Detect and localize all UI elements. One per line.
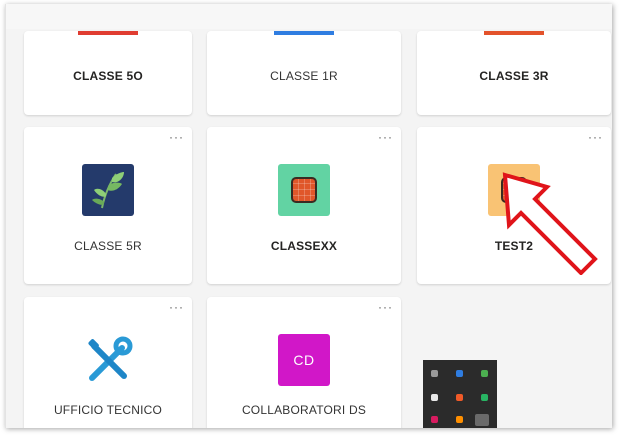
team-name: CLASSE 3R xyxy=(479,69,549,83)
team-name: COLLABORATORI DS xyxy=(241,403,367,417)
team-name: CLASSEXX xyxy=(270,239,338,253)
initials-avatar: CD xyxy=(278,334,330,386)
accent-bar xyxy=(274,31,334,35)
tray-icon[interactable] xyxy=(431,370,438,377)
more-options-icon[interactable]: ··· xyxy=(169,131,184,143)
top-strip xyxy=(6,4,612,29)
team-card-classe-3r[interactable]: CLASSE 3R xyxy=(417,31,611,115)
tools-icon xyxy=(82,334,134,386)
tray-icon[interactable] xyxy=(481,370,488,377)
team-name: CLASSE 5R xyxy=(74,239,142,253)
accent-bar xyxy=(78,31,138,35)
team-card-classe-1r[interactable]: CLASSE 1R xyxy=(207,31,401,115)
team-name: UFFICIO TECNICO xyxy=(53,403,163,417)
tray-icon[interactable] xyxy=(456,416,463,423)
tray-icon[interactable] xyxy=(431,394,438,401)
tray-icon[interactable] xyxy=(431,416,438,423)
team-card-classexx[interactable]: ··· CLASSEXX xyxy=(207,127,401,284)
red-arrow-icon xyxy=(502,172,598,275)
more-options-icon[interactable]: ··· xyxy=(588,131,603,143)
team-name: CLASSE 1R xyxy=(270,69,338,83)
tray-icon[interactable] xyxy=(456,394,463,401)
orange-square-icon xyxy=(278,164,330,216)
team-name: CLASSE 5O xyxy=(73,69,143,83)
tray-icon[interactable] xyxy=(475,414,489,426)
team-card-classe-5o[interactable]: CLASSE 5O xyxy=(24,31,192,115)
team-card-collaboratori-ds[interactable]: ··· CD COLLABORATORI DS xyxy=(207,297,401,428)
tray-icon[interactable] xyxy=(456,370,463,377)
tray-icon[interactable] xyxy=(481,394,488,401)
more-options-icon[interactable]: ··· xyxy=(169,301,184,313)
accent-bar xyxy=(484,31,544,35)
team-card-ufficio-tecnico[interactable]: ··· UFFICIO TECNICO xyxy=(24,297,192,428)
team-card-classe-5r[interactable]: ··· CLASSE 5R xyxy=(24,127,192,284)
system-tray-popup xyxy=(423,360,497,428)
more-options-icon[interactable]: ··· xyxy=(378,301,393,313)
plant-icon xyxy=(82,164,134,216)
more-options-icon[interactable]: ··· xyxy=(378,131,393,143)
avatar-initials: CD xyxy=(293,352,315,368)
